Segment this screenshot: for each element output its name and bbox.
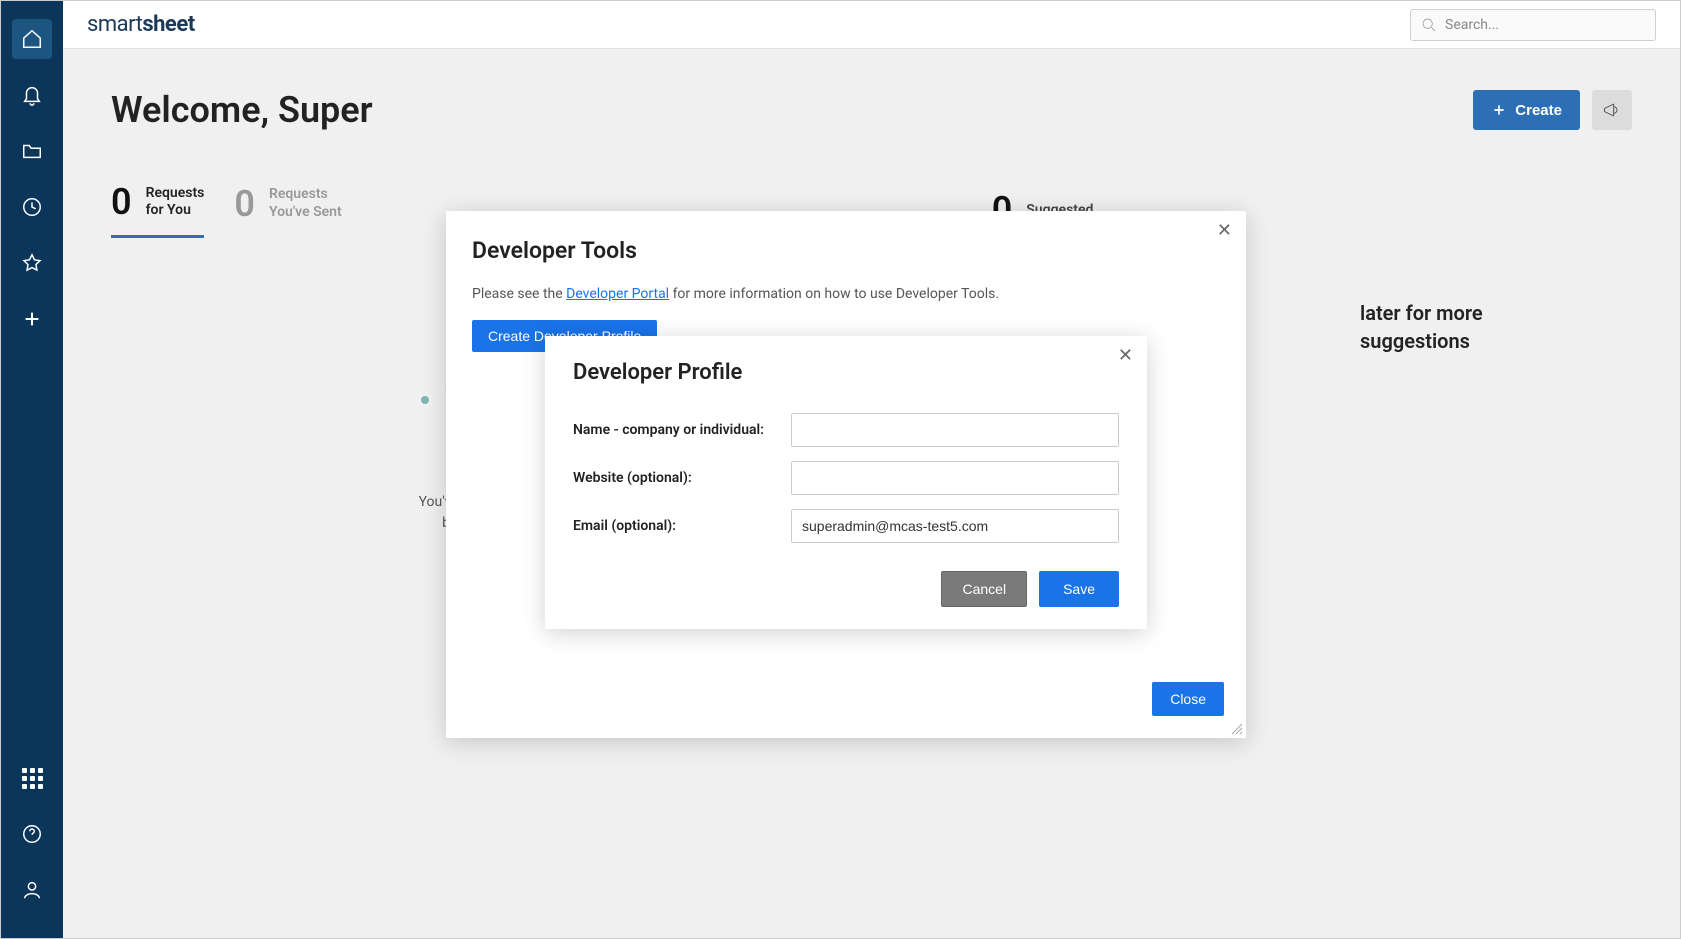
- person-icon: [21, 879, 43, 901]
- nav-home[interactable]: [12, 19, 52, 59]
- name-label: Name - company or individual:: [573, 422, 791, 438]
- stat-label: Requests You've Sent: [269, 186, 342, 221]
- name-input[interactable]: [791, 413, 1119, 447]
- star-icon: [21, 252, 43, 274]
- stat-requests-sent[interactable]: 0 Requests You've Sent: [234, 181, 341, 238]
- plus-icon: [1491, 102, 1507, 118]
- nav-notifications[interactable]: [12, 75, 52, 115]
- stat-requests-for-you[interactable]: 0 Requests for You: [111, 181, 204, 238]
- brand-logo[interactable]: smartsheet: [87, 12, 195, 37]
- folder-icon: [21, 140, 43, 162]
- top-bar: smartsheet Search...: [63, 1, 1680, 49]
- cancel-button[interactable]: Cancel: [941, 571, 1027, 607]
- nav-favorites[interactable]: [12, 243, 52, 283]
- create-button[interactable]: Create: [1473, 90, 1580, 130]
- email-label: Email (optional):: [573, 518, 791, 534]
- stat-count: 0: [111, 181, 132, 223]
- brand-part2: sheet: [142, 12, 194, 37]
- nav-browse[interactable]: [12, 131, 52, 171]
- left-nav-rail: [1, 1, 63, 938]
- nav-apps[interactable]: [12, 758, 52, 798]
- resize-handle-icon[interactable]: [1230, 722, 1244, 736]
- search-placeholder: Search...: [1445, 17, 1499, 33]
- brand-part1: smart: [87, 12, 142, 37]
- email-input[interactable]: [791, 509, 1119, 543]
- global-search[interactable]: Search...: [1410, 9, 1656, 41]
- create-button-label: Create: [1515, 102, 1562, 119]
- stat-count: 0: [234, 183, 255, 225]
- nav-help[interactable]: [12, 814, 52, 854]
- developer-profile-dialog: ✕ Developer Profile Name - company or in…: [545, 336, 1147, 629]
- devtools-close-x[interactable]: ✕: [1217, 221, 1232, 239]
- nav-recent[interactable]: [12, 187, 52, 227]
- suggestions-hint: later for more suggestions: [1360, 299, 1620, 355]
- save-button[interactable]: Save: [1039, 571, 1119, 607]
- bell-icon: [21, 84, 43, 106]
- clock-icon: [21, 196, 43, 218]
- plus-icon: [21, 308, 43, 330]
- stat-label: Requests for You: [146, 185, 205, 220]
- developer-portal-link[interactable]: Developer Portal: [566, 286, 669, 302]
- devtools-close-button[interactable]: Close: [1152, 682, 1224, 716]
- devtools-title: Developer Tools: [472, 237, 1220, 264]
- nav-account[interactable]: [12, 870, 52, 910]
- nav-create[interactable]: [12, 299, 52, 339]
- home-icon: [21, 28, 43, 50]
- website-input[interactable]: [791, 461, 1119, 495]
- profile-title: Developer Profile: [573, 360, 1119, 385]
- devtools-body: Please see the Developer Portal for more…: [472, 286, 1220, 302]
- megaphone-icon: [1602, 100, 1622, 120]
- website-label: Website (optional):: [573, 470, 791, 486]
- search-icon: [1421, 17, 1437, 33]
- profile-close-x[interactable]: ✕: [1118, 346, 1133, 364]
- help-icon: [21, 823, 43, 845]
- announcements-button[interactable]: [1592, 90, 1632, 130]
- page-title: Welcome, Super: [111, 89, 373, 131]
- apps-grid-icon: [22, 768, 43, 789]
